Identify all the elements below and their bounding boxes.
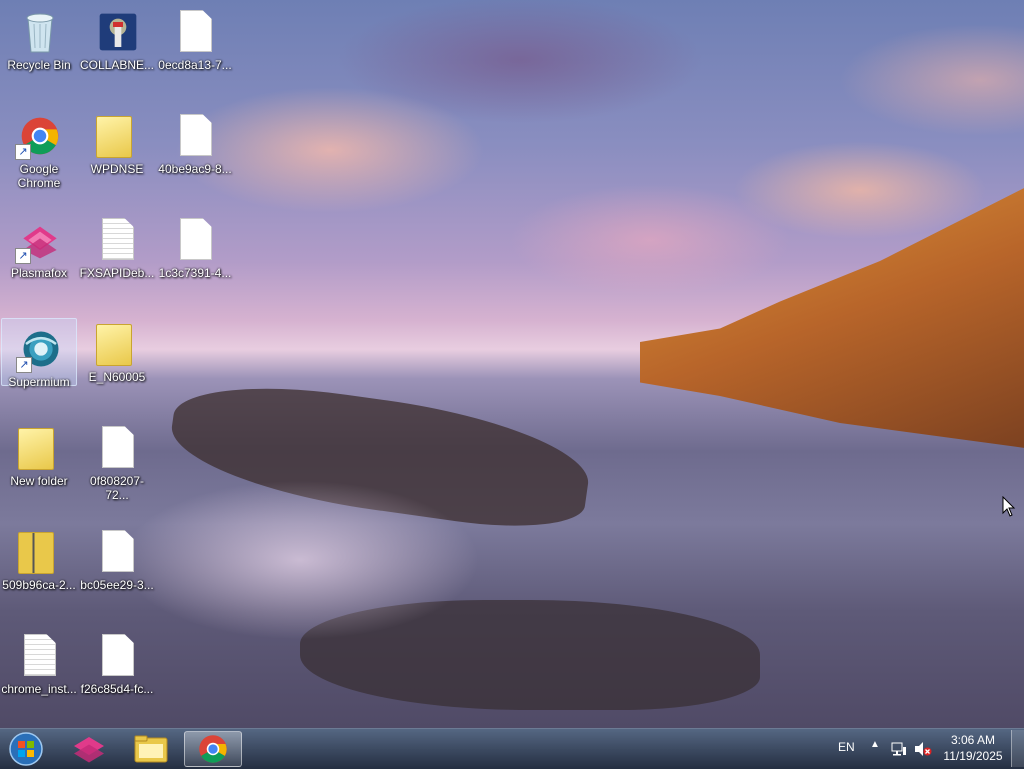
taskbar-plasmafox-button[interactable] [62,731,116,767]
e-n60005-folder[interactable]: E_N60005 [79,314,155,414]
clock-time: 3:06 AM [950,733,996,747]
icon-label: Google Chrome [17,162,61,190]
icon-label: Plasmafox [10,266,68,280]
fxsapidebug-file[interactable]: FXSAPIDeb... [79,210,155,310]
icon-label: E_N60005 [88,370,146,384]
file-bc05ee29[interactable]: bc05ee29-3... [79,522,155,622]
icon-label: bc05ee29-3... [80,578,154,592]
chrome-icon [199,735,227,763]
icon-label: 1c3c7391-4... [158,266,232,280]
icon-label: 0f808207-72... [89,474,145,502]
file-0ecd8a13[interactable]: 0ecd8a13-7... [157,2,233,102]
file-f26c85d4[interactable]: f26c85d4-fc... [79,626,155,726]
icon-label: 0ecd8a13-7... [158,58,232,72]
plasmafox-shortcut[interactable]: ↗ Plasmafox [1,210,77,310]
icon-label: 509b96ca-2... [2,578,76,592]
folder-icon [96,324,132,366]
icon-label: Supermium [8,375,70,389]
folder-icon [134,735,168,763]
wallpaper-cliff [640,180,1024,450]
shortcut-arrow-icon: ↗ [15,144,31,160]
text-file-icon [24,634,56,676]
shortcut-arrow-icon: ↗ [15,248,31,264]
language-indicator[interactable]: EN [838,740,855,754]
desktop-wallpaper: Recycle Bin ↗ Google Chrome ↗ Plasmafox … [0,0,1024,728]
lighthouse-icon [99,13,137,51]
icon-label: chrome_inst... [1,682,77,696]
taskbar: EN ▲ 3:06 AM 11/19/2025 [0,728,1024,769]
wpdnse-folder[interactable]: WPDNSE [79,106,155,206]
windows-start-orb-icon [9,732,43,766]
chrome-installer-file[interactable]: chrome_inst... [1,626,77,726]
icon-label: New folder [10,474,68,488]
collabne-icon[interactable]: COLLABNE... [79,2,155,102]
file-1c3c7391[interactable]: 1c3c7391-4... [157,210,233,310]
file-icon [102,530,134,572]
zip-folder-icon [18,532,54,574]
plasmafox-icon [74,737,104,763]
supermium-shortcut[interactable]: ↗ Supermium [1,318,77,389]
zip-folder-icon[interactable]: 509b96ca-2... [1,522,77,622]
folder-icon [96,116,132,158]
recycle-bin-icon [26,13,54,53]
icon-label: 40be9ac9-8... [158,162,232,176]
icon-label: WPDNSE [90,162,144,176]
recycle-bin-icon[interactable]: Recycle Bin [1,2,77,102]
file-icon [102,426,134,468]
text-file-icon [102,218,134,260]
wallpaper-surf [120,480,480,640]
taskbar-file-explorer-button[interactable] [124,731,178,767]
file-icon [180,114,212,156]
icon-label: Recycle Bin [7,58,71,72]
shortcut-arrow-icon: ↗ [16,357,32,373]
new-folder-icon[interactable]: New folder [1,418,77,518]
mouse-cursor-icon [1002,496,1016,517]
google-chrome-shortcut[interactable]: ↗ Google Chrome [1,106,77,206]
file-icon [180,10,212,52]
file-0f808207[interactable]: 0f808207-72... [79,418,155,518]
volume-muted-icon[interactable] [914,741,932,757]
file-40be9ac9[interactable]: 40be9ac9-8... [157,106,233,206]
file-icon [180,218,212,260]
start-button[interactable] [0,731,52,767]
show-hidden-icons-chevron-icon[interactable]: ▲ [870,739,880,750]
clock[interactable]: 3:06 AM 11/19/2025 [938,732,1008,764]
icon-label: COLLABNE... [79,58,155,72]
folder-icon [18,428,54,470]
file-icon [102,634,134,676]
taskbar-chrome-button[interactable] [184,731,242,767]
icon-label: FXSAPIDeb... [79,266,155,280]
network-icon[interactable] [891,741,907,757]
icon-label: f26c85d4-fc... [80,682,154,696]
show-desktop-button[interactable] [1011,730,1024,767]
clock-date: 11/19/2025 [943,749,1003,763]
